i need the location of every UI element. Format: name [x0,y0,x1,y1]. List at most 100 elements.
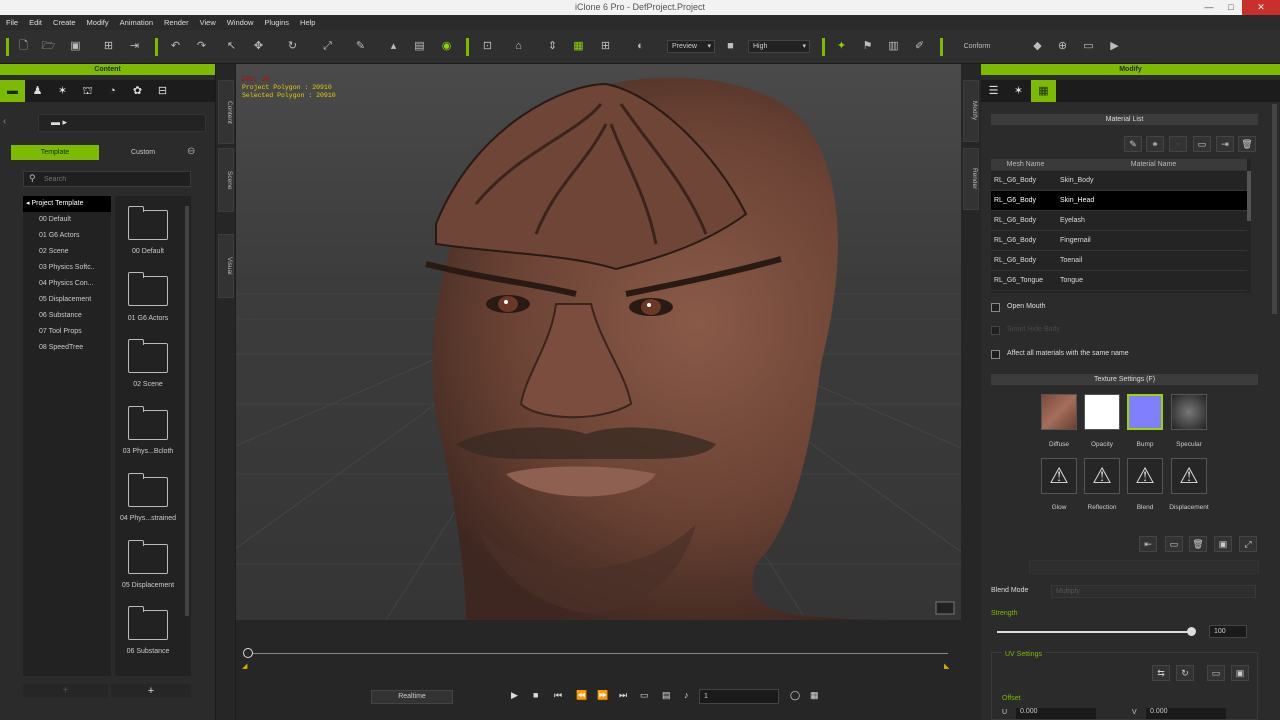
edit-texture-icon[interactable]: ▭ [1165,536,1183,552]
actor-category-icon[interactable]: ♟ [25,80,50,102]
table-row-selected[interactable]: RL_G6_Body Skin_Head [991,190,1247,211]
strength-slider-knob[interactable] [1187,627,1197,636]
visibility-eye-icon[interactable]: ◉ [439,39,454,54]
clipboard-icon[interactable]: ▥ [886,39,901,54]
uv-flip-icon[interactable]: ⇆ [1152,665,1170,681]
open-folder-icon[interactable]: 🗁 [41,39,56,54]
timer-icon[interactable]: ◯ [790,690,800,701]
reflection-warning-icon[interactable]: ⚠ [1084,458,1120,494]
expand-icon[interactable]: ⤢ [1239,536,1257,552]
menu-edit[interactable]: Edit [29,18,42,27]
smooth-icon[interactable]: ◆ [1030,39,1045,54]
media-category-icon[interactable]: ✿ [125,80,150,102]
motion-icon[interactable]: ✶ [1006,80,1031,102]
v-offset-input[interactable]: 0.000 [1146,708,1226,719]
tree-item[interactable]: 05 Displacement [23,292,111,308]
video-icon[interactable]: ▶ [1107,39,1122,54]
grid-icon[interactable]: ▦ [571,39,586,54]
opacity-texture-slot[interactable] [1084,394,1120,430]
loop-icon[interactable]: ▭ [640,690,649,701]
rotate-icon[interactable]: ↻ [285,39,300,54]
menu-window[interactable]: Window [227,18,254,27]
blend-mode-dropdown[interactable]: Multiply [1051,585,1256,598]
tab-custom[interactable]: Custom [99,145,187,160]
side-tab-visual[interactable]: Visual [218,234,234,298]
timeline-icon[interactable]: ▦ [810,690,819,701]
export-icon[interactable]: ⇥ [127,39,142,54]
u-offset-input[interactable]: 0.000 [1016,708,1096,719]
pick-parent-icon[interactable]: ✎ [353,39,368,54]
home-view-icon[interactable]: ⌂ [511,39,526,54]
brush-icon[interactable]: ✐ [912,39,927,54]
next-frame-icon[interactable]: ⏩ [597,690,608,701]
set-category-icon[interactable]: ◔ [100,80,125,102]
new-file-icon[interactable]: 🗋 [16,39,31,54]
camera-category-icon[interactable]: ⊟ [150,80,175,102]
timeline-track[interactable] [248,653,948,654]
stage-category-icon[interactable]: ⛫ [75,80,100,102]
move-icon[interactable]: ✥ [251,39,266,54]
bump-texture-slot[interactable] [1127,394,1163,430]
save-material-icon[interactable]: ⇥ [1216,136,1234,152]
path-breadcrumb[interactable]: ▬ ▸ [38,114,206,132]
render-mode-icon[interactable]: ◐ [633,39,648,54]
launch-editor-icon[interactable]: ▣ [1214,536,1232,552]
menu-plugins[interactable]: Plugins [264,18,289,27]
search-box[interactable]: ⚲ [23,171,191,187]
project-thumbnail[interactable] [128,406,168,440]
zoom-icon[interactable]: ⊕ [1055,39,1070,54]
load-texture-icon[interactable]: ⇤ [1139,536,1157,552]
close-button[interactable]: ✕ [1242,0,1280,15]
quality-dropdown[interactable]: High [748,40,810,53]
timeline-start-marker[interactable]: ◢ [242,662,247,670]
tree-item[interactable]: 02 Scene [23,244,111,260]
maximize-button[interactable]: □ [1220,0,1242,15]
glow-warning-icon[interactable]: ⚠ [1041,458,1077,494]
link-icon[interactable]: ⚭ [1146,136,1164,152]
strength-value-input[interactable]: 100 [1209,625,1247,638]
specular-texture-slot[interactable] [1171,394,1207,430]
layout-icon[interactable]: ⊞ [598,39,613,54]
table-row[interactable]: RL_G6_Body Toenail [991,250,1247,271]
menu-modify[interactable]: Modify [87,18,109,27]
menu-help[interactable]: Help [300,18,315,27]
tree-item[interactable]: 06 Substance [23,308,111,324]
strength-slider-track[interactable] [997,627,1197,636]
remove-button[interactable]: + [23,684,108,698]
last-frame-icon[interactable]: ⏭ [619,690,627,701]
disabled-tool-icon[interactable]: ▫ [1169,136,1187,152]
tab-template[interactable]: Template [11,145,99,160]
camera-icon[interactable]: ■ [723,39,738,54]
side-tab-modify[interactable]: Modify [963,80,979,142]
back-arrow-icon[interactable]: ‹ [3,116,17,130]
table-row[interactable]: RL_G6_Body Fingernail [991,230,1247,251]
viewport-options-icon[interactable] [935,601,955,615]
select-arrow-icon[interactable]: ↖ [224,39,239,54]
sliders-icon[interactable]: ☰ [981,80,1006,102]
timeline-end-marker[interactable]: ◣ [944,662,949,670]
save-icon[interactable]: ▣ [68,39,83,54]
displacement-warning-icon[interactable]: ⚠ [1171,458,1207,494]
import-icon[interactable]: ⊞ [101,39,116,54]
modify-panel-scrollbar[interactable] [1272,104,1277,314]
flag-icon[interactable]: ⚑ [860,39,875,54]
affect-all-checkbox[interactable] [991,350,1000,359]
table-row[interactable]: RL_G6_Tongue Tongue [991,270,1247,291]
load-material-icon[interactable]: ▭ [1193,136,1211,152]
tree-item[interactable]: 00 Default [23,212,111,228]
minimize-button[interactable]: — [1198,0,1220,15]
drop-icon[interactable]: ▴ [386,39,401,54]
prev-frame-icon[interactable]: ⏪ [576,690,587,701]
project-thumbnail[interactable] [128,272,168,306]
animation-category-icon[interactable]: ✶ [50,80,75,102]
project-category-icon[interactable]: ▬ [0,80,25,102]
menu-view[interactable]: View [200,18,216,27]
delete-texture-icon[interactable]: 🗑 [1189,536,1207,552]
frame-input[interactable]: 1 [699,689,779,704]
table-row[interactable]: RL_G6_Body Skin_Body [991,170,1247,191]
project-thumbnail[interactable] [128,473,168,507]
character-icon[interactable]: ✦ [834,39,849,54]
realtime-button[interactable]: Realtime [371,690,453,704]
tree-item[interactable]: 08 SpeedTree [23,340,111,356]
project-thumbnail[interactable] [128,606,168,640]
